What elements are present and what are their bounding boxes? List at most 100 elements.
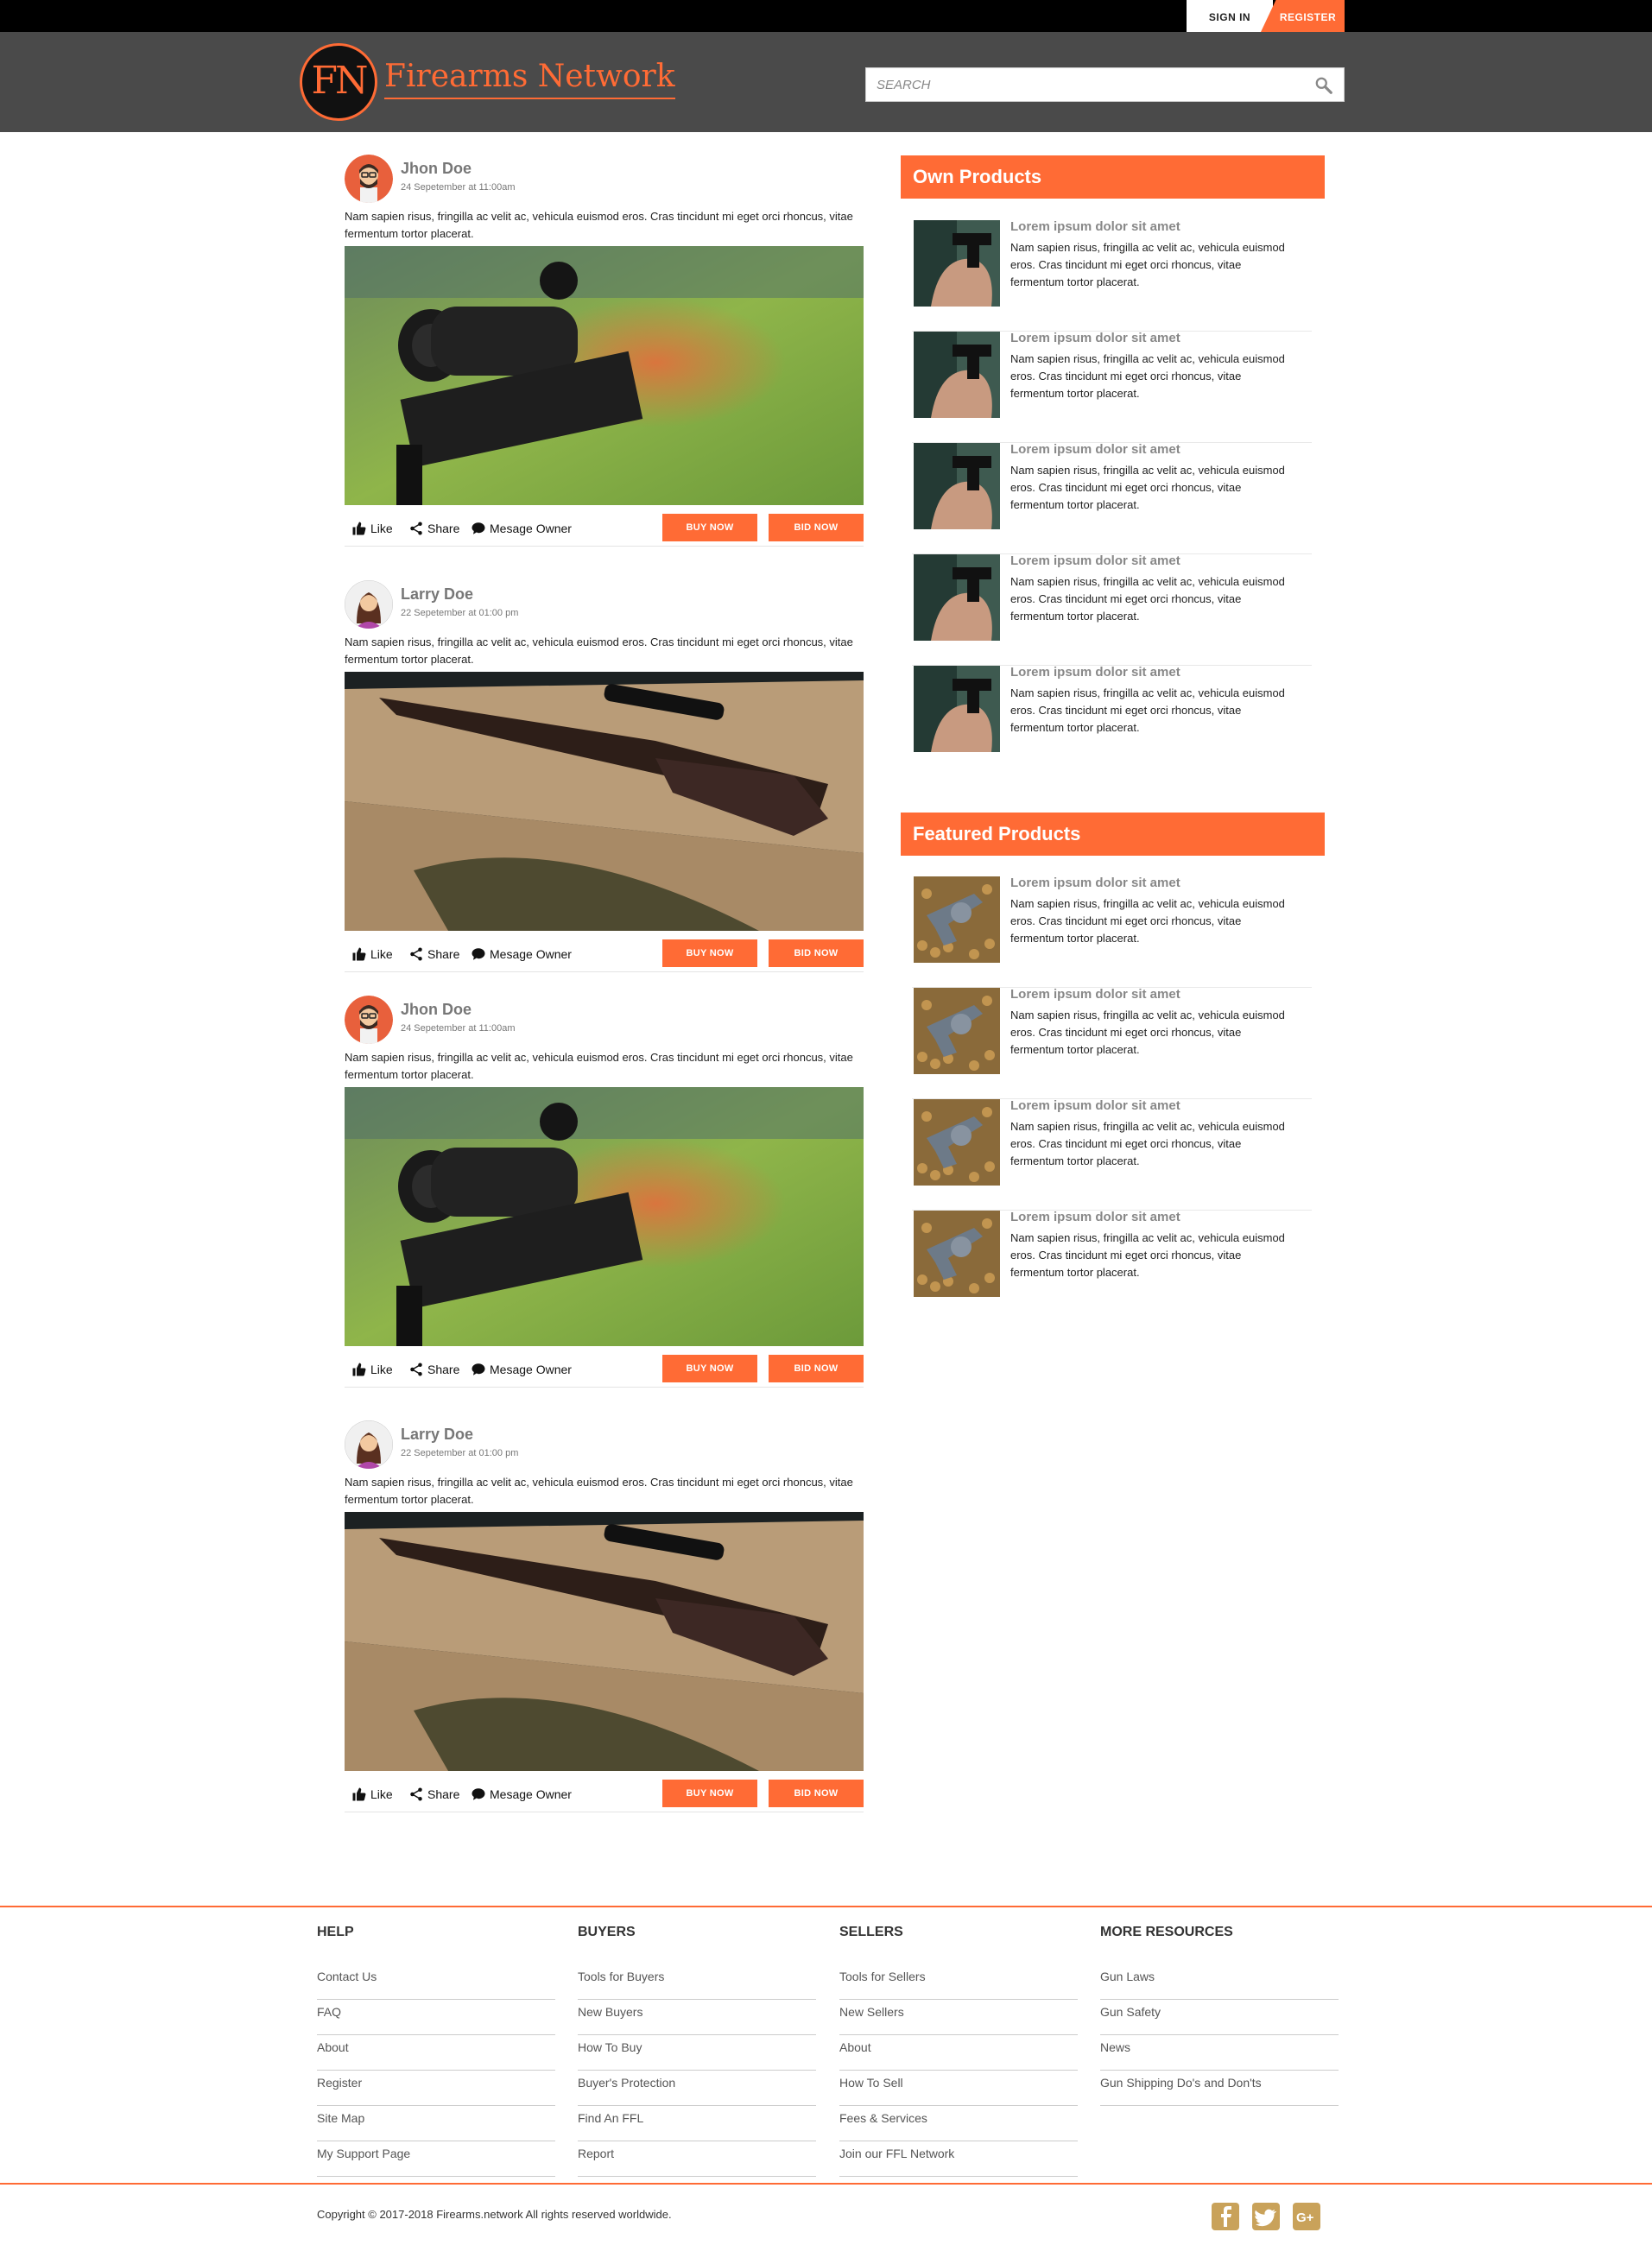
own-product-item[interactable]: Lorem ipsum dolor sit amet Nam sapien ri… — [912, 331, 1312, 443]
site-logo[interactable]: FN — [300, 43, 377, 121]
product-title[interactable]: Lorem ipsum dolor sit amet — [1010, 331, 1180, 345]
footer-link[interactable]: How To Buy — [578, 2035, 816, 2071]
footer-link[interactable]: Report — [578, 2141, 816, 2177]
air-rifle-image[interactable] — [345, 1512, 864, 1771]
footer-link[interactable]: Site Map — [317, 2106, 555, 2141]
avatar[interactable] — [345, 155, 393, 203]
bid-now-button[interactable]: BID NOW — [769, 514, 864, 541]
product-title[interactable]: Lorem ipsum dolor sit amet — [1010, 665, 1180, 680]
avatar[interactable] — [345, 580, 393, 629]
buy-now-button[interactable]: BUY NOW — [662, 514, 757, 541]
footer-link[interactable]: Gun Laws — [1100, 1964, 1339, 2000]
rifle-scope-image[interactable] — [345, 1087, 864, 1346]
rifle-scope-image[interactable] — [345, 246, 864, 505]
product-title[interactable]: Lorem ipsum dolor sit amet — [1010, 1098, 1180, 1113]
product-title[interactable]: Lorem ipsum dolor sit amet — [1010, 442, 1180, 457]
product-title[interactable]: Lorem ipsum dolor sit amet — [1010, 1210, 1180, 1224]
footer-link[interactable]: Buyer's Protection — [578, 2071, 816, 2106]
footer-link[interactable]: About — [317, 2035, 555, 2071]
handgun-thumbnail[interactable] — [914, 666, 1000, 752]
product-title[interactable]: Lorem ipsum dolor sit amet — [1010, 987, 1180, 1002]
message-owner-button[interactable]: Mesage Owner — [471, 945, 572, 963]
footer-link[interactable]: Tools for Buyers — [578, 1964, 816, 2000]
footer-link[interactable]: About — [839, 2035, 1078, 2071]
share-button[interactable]: Share — [408, 520, 459, 537]
post-text: Nam sapien risus, fringilla ac velit ac,… — [345, 210, 853, 240]
revolver-thumbnail[interactable] — [914, 876, 1000, 963]
like-button[interactable]: Like — [351, 1786, 393, 1803]
message-owner-button[interactable]: Mesage Owner — [471, 1786, 572, 1803]
footer-link[interactable]: Join our FFL Network — [839, 2141, 1078, 2177]
like-button[interactable]: Like — [351, 1361, 393, 1378]
share-button[interactable]: Share — [408, 1361, 459, 1378]
post-author[interactable]: Larry Doe — [401, 1426, 473, 1444]
own-product-item[interactable]: Lorem ipsum dolor sit amet Nam sapien ri… — [912, 219, 1312, 332]
footer-link[interactable]: FAQ — [317, 2000, 555, 2035]
avatar[interactable] — [345, 1420, 393, 1469]
footer-link[interactable]: New Buyers — [578, 2000, 816, 2035]
footer-link[interactable]: Fees & Services — [839, 2106, 1078, 2141]
sign-in-link[interactable]: SIGN IN — [1187, 0, 1273, 32]
revolver-thumbnail[interactable] — [914, 1211, 1000, 1297]
share-button[interactable]: Share — [408, 1786, 459, 1803]
post-author[interactable]: Larry Doe — [401, 585, 473, 604]
footer-link[interactable]: Find An FFL — [578, 2106, 816, 2141]
featured-product-item[interactable]: Lorem ipsum dolor sit amet Nam sapien ri… — [912, 876, 1312, 988]
product-title[interactable]: Lorem ipsum dolor sit amet — [1010, 553, 1180, 568]
featured-product-item[interactable]: Lorem ipsum dolor sit amet Nam sapien ri… — [912, 987, 1312, 1099]
feed-post: Jhon Doe 24 Sepetember at 11:00am Nam sa… — [345, 155, 864, 552]
bid-now-button[interactable]: BID NOW — [769, 1355, 864, 1382]
post-date: 22 Sepetember at 01:00 pm — [401, 1448, 519, 1458]
own-product-item[interactable]: Lorem ipsum dolor sit amet Nam sapien ri… — [912, 665, 1312, 777]
product-title[interactable]: Lorem ipsum dolor sit amet — [1010, 876, 1180, 890]
message-owner-button[interactable]: Mesage Owner — [471, 1361, 572, 1378]
post-date: 24 Sepetember at 11:00am — [401, 182, 516, 193]
bid-now-button[interactable]: BID NOW — [769, 1780, 864, 1807]
like-button[interactable]: Like — [351, 520, 393, 537]
register-link[interactable]: REGISTER — [1261, 0, 1345, 32]
share-icon — [410, 947, 422, 961]
air-rifle-image[interactable] — [345, 672, 864, 931]
revolver-thumbnail[interactable] — [914, 988, 1000, 1074]
avatar[interactable] — [345, 996, 393, 1044]
featured-product-item[interactable]: Lorem ipsum dolor sit amet Nam sapien ri… — [912, 1098, 1312, 1211]
like-label: Like — [370, 1363, 393, 1376]
footer-link[interactable]: Tools for Sellers — [839, 1964, 1078, 2000]
footer-link[interactable]: New Sellers — [839, 2000, 1078, 2035]
search-icon[interactable] — [1314, 76, 1333, 95]
share-button[interactable]: Share — [408, 945, 459, 963]
handgun-thumbnail[interactable] — [914, 220, 1000, 307]
footer-link[interactable]: Gun Shipping Do's and Don'ts — [1100, 2071, 1339, 2106]
footer-link[interactable]: News — [1100, 2035, 1339, 2071]
like-button[interactable]: Like — [351, 945, 393, 963]
footer-link[interactable]: Register — [317, 2071, 555, 2106]
twitter-icon[interactable] — [1252, 2203, 1280, 2230]
featured-product-item[interactable]: Lorem ipsum dolor sit amet Nam sapien ri… — [912, 1210, 1312, 1322]
feed-post: Jhon Doe 24 Sepetember at 11:00am Nam sa… — [345, 996, 864, 1393]
handgun-thumbnail[interactable] — [914, 554, 1000, 641]
search-input[interactable] — [866, 68, 1281, 101]
buy-now-button[interactable]: BUY NOW — [662, 1355, 757, 1382]
google-plus-icon[interactable]: G+ — [1293, 2203, 1320, 2230]
post-text: Nam sapien risus, fringilla ac velit ac,… — [345, 1476, 853, 1506]
footer-link[interactable]: My Support Page — [317, 2141, 555, 2177]
facebook-icon[interactable] — [1212, 2203, 1239, 2230]
bid-now-button[interactable]: BID NOW — [769, 939, 864, 967]
footer-link[interactable]: Gun Safety — [1100, 2000, 1339, 2035]
message-owner-button[interactable]: Mesage Owner — [471, 520, 572, 537]
footer-link[interactable]: Contact Us — [317, 1964, 555, 2000]
message-owner-label: Mesage Owner — [490, 1363, 572, 1376]
post-author[interactable]: Jhon Doe — [401, 160, 472, 178]
post-author[interactable]: Jhon Doe — [401, 1001, 472, 1019]
footer-link[interactable]: How To Sell — [839, 2071, 1078, 2106]
product-title[interactable]: Lorem ipsum dolor sit amet — [1010, 219, 1180, 234]
own-product-item[interactable]: Lorem ipsum dolor sit amet Nam sapien ri… — [912, 442, 1312, 554]
handgun-thumbnail[interactable] — [914, 332, 1000, 418]
product-description: Nam sapien risus, fringilla ac velit ac,… — [1010, 575, 1285, 623]
own-product-item[interactable]: Lorem ipsum dolor sit amet Nam sapien ri… — [912, 553, 1312, 666]
handgun-thumbnail[interactable] — [914, 443, 1000, 529]
revolver-thumbnail[interactable] — [914, 1099, 1000, 1186]
site-name-link[interactable]: Firearms Network — [384, 59, 675, 99]
buy-now-button[interactable]: BUY NOW — [662, 1780, 757, 1807]
buy-now-button[interactable]: BUY NOW — [662, 939, 757, 967]
